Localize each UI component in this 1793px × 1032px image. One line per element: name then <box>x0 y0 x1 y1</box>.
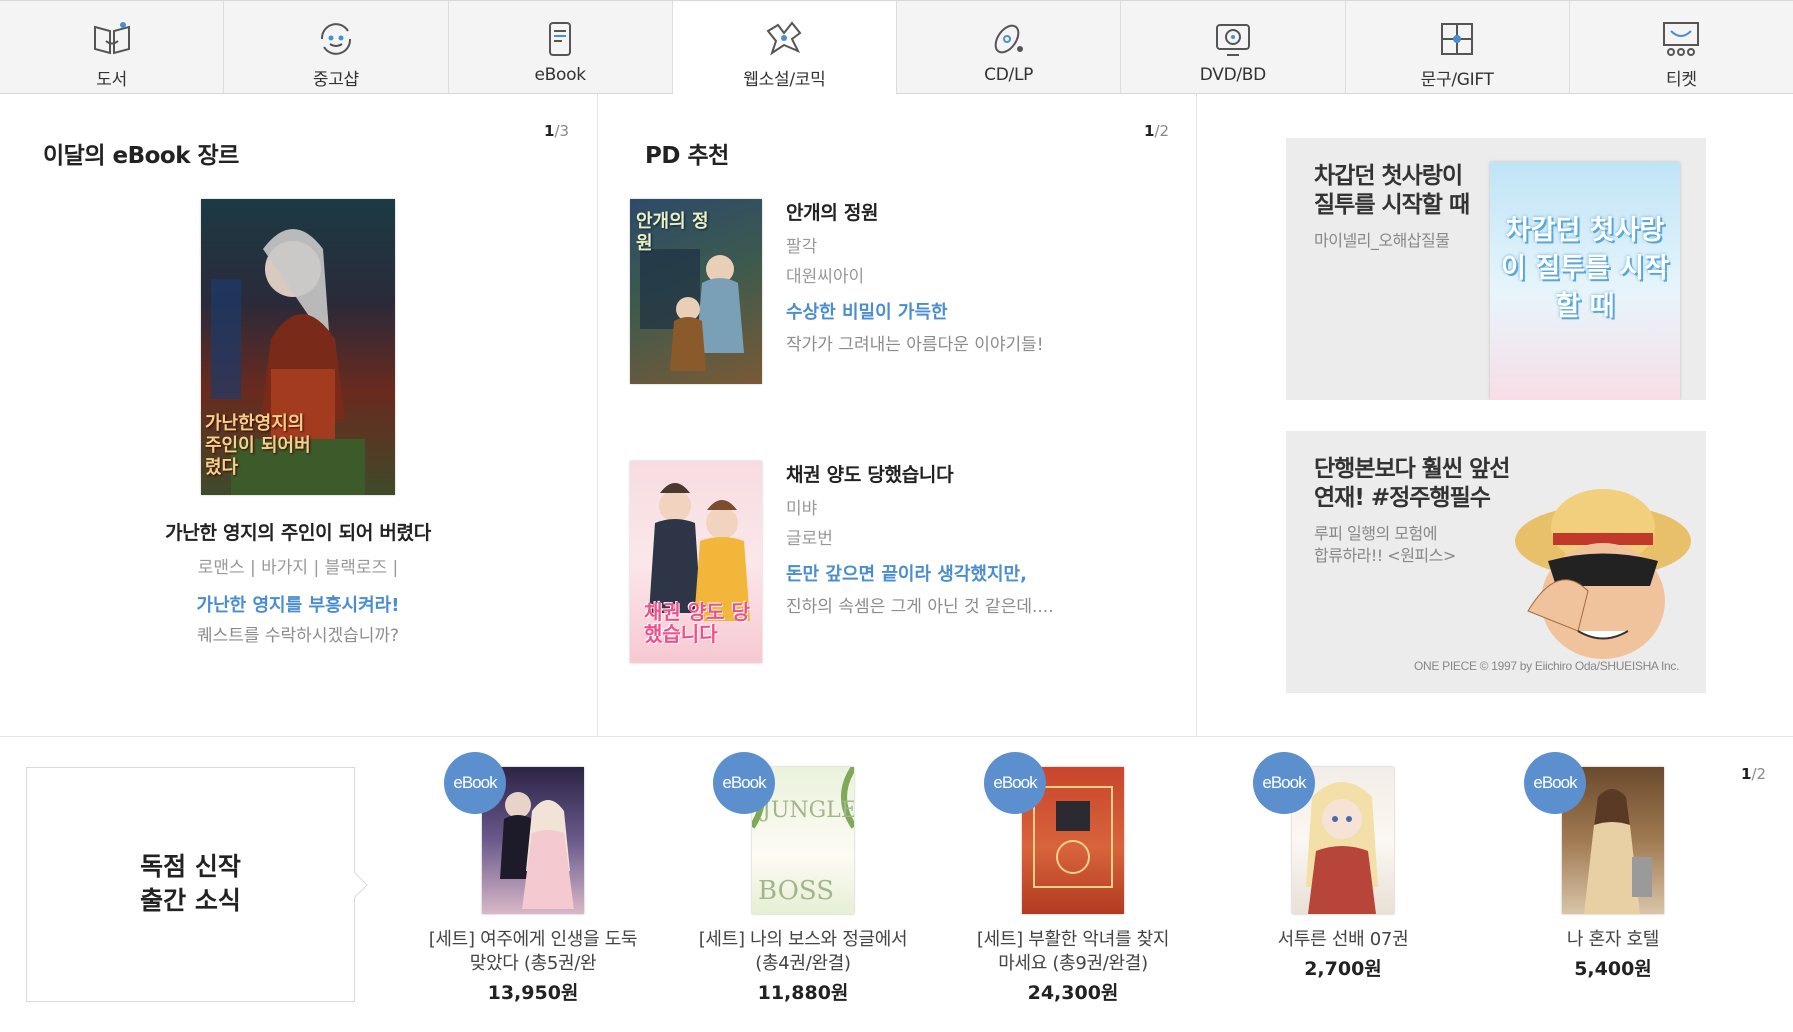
column-divider <box>1196 94 1197 736</box>
product-name[interactable]: 나 혼자 호텔 <box>1508 928 1718 952</box>
pd-item-desc: 작가가 그려내는 아름다운 이야기들! <box>786 335 1044 355</box>
product-price: 24,300원 <box>1027 982 1119 1004</box>
tab-label: CD/LP <box>984 65 1034 85</box>
dvd-icon <box>1215 24 1250 56</box>
cover-title-text: 채권 양도 당했습니다 <box>644 600 750 646</box>
ebook-badge: eBook <box>1253 752 1315 814</box>
pd-item-author: 팔각 <box>786 237 818 257</box>
pd-item-desc: 진하의 속셈은 그게 아닌 것 같은데.... <box>786 597 1054 617</box>
pd-pager[interactable]: 1/2 <box>1144 122 1169 140</box>
column-divider <box>597 94 598 736</box>
cover-title-text: 가난한영지의 주인이 되어버렸다 <box>205 413 311 478</box>
pd-section-title: PD 추천 <box>645 143 729 169</box>
recycle-smile-icon <box>320 23 351 55</box>
pd-item-title[interactable]: 채권 양도 당했습니다 <box>786 460 954 487</box>
svg-text:BOSS: BOSS <box>758 876 834 906</box>
banner-subtext: 마이넬리_오해삽질물 <box>1314 231 1450 250</box>
pd-item-tagline: 수상한 비밀이 가득한 <box>786 302 948 323</box>
notice-text: 독점 신작 출간 소식 <box>140 852 241 915</box>
new-releases-pager[interactable]: 1/2 <box>1741 765 1766 783</box>
tab-label: 웹소설/코믹 <box>743 70 826 90</box>
music-disc-icon <box>994 24 1023 54</box>
pd-item-cover[interactable]: 안개의 정원 <box>630 199 762 384</box>
promo-banner-first-love[interactable]: 차갑던 첫사랑이 질투를 시작할 때 마이넬리_오해삽질물 차갑던 첫사랑이 질투… <box>1286 138 1706 400</box>
section-divider <box>0 736 1793 737</box>
ebook-reader-icon <box>549 22 572 56</box>
product-price: 13,950원 <box>487 982 579 1004</box>
product-name[interactable]: [세트] 부활한 악녀를 찾지 마세요 (총9권/완결) <box>968 928 1178 976</box>
product-name[interactable]: 서투른 선배 07권 <box>1238 928 1448 952</box>
ebook-badge: eBook <box>713 752 775 814</box>
product-price: 5,400원 <box>1574 958 1652 980</box>
tab-label: 티켓 <box>1666 70 1697 90</box>
ebook-badge: eBook <box>1524 752 1586 814</box>
ticket-theater-icon <box>1663 22 1700 56</box>
tab-used[interactable]: 중고샵 <box>224 1 449 93</box>
ebook-badge: eBook <box>444 752 506 814</box>
tab-label: 중고샵 <box>312 70 359 90</box>
product-price: 2,700원 <box>1304 958 1382 980</box>
book-icon <box>93 22 130 55</box>
product-price: 11,880원 <box>757 982 849 1004</box>
genre-book-cover[interactable]: 가난한영지의 주인이 되어버렸다 <box>201 199 395 495</box>
gift-icon <box>1441 23 1474 55</box>
tab-label: 문구/GIFT <box>1420 70 1494 90</box>
svg-text:JUNGLE: JUNGLE <box>760 798 854 823</box>
promo-banner-one-piece[interactable]: 단행본보다 훨씬 앞선 연재! #정주행필수 루피 일행의 모험에 합류하라!! <… <box>1286 431 1706 693</box>
pd-item-cover[interactable]: 채권 양도 당했습니다 <box>630 461 762 663</box>
tab-label: 도서 <box>96 70 127 90</box>
tab-ticket[interactable]: 티켓 <box>1569 1 1793 93</box>
genre-book-title[interactable]: 가난한 영지의 주인이 되어 버렸다 <box>60 518 536 545</box>
tab-ebook[interactable]: eBook <box>448 1 673 93</box>
genre-section-title: 이달의 eBook 장르 <box>43 143 239 169</box>
pd-item-tagline: 돈만 갚으면 끝이라 생각했지만, <box>786 564 1027 585</box>
genre-pager[interactable]: 1/3 <box>544 122 569 140</box>
tab-gift[interactable]: 문구/GIFT <box>1345 1 1570 93</box>
genre-tagline: 가난한 영지를 부흥시켜라! <box>196 595 400 616</box>
banner-headline: 차갑던 첫사랑이 질투를 시작할 때 <box>1314 163 1470 218</box>
cover-title-text: 안개의 정원 <box>636 211 709 254</box>
pd-item-publisher: 글로번 <box>786 529 833 549</box>
pd-item-publisher: 대원씨아이 <box>786 267 865 287</box>
tab-label: eBook <box>534 65 586 85</box>
banner-headline: 단행본보다 훨씬 앞선 연재! #정주행필수 <box>1314 456 1510 511</box>
genre-description: 퀘스트를 수락하시겠습니까? <box>196 626 400 646</box>
product-name[interactable]: [세트] 여주에게 인생을 도둑맞았다 (총5권/완 <box>428 928 638 976</box>
exclusive-release-notice: 독점 신작 출간 소식 <box>26 767 368 1002</box>
tab-webnovel-comic[interactable]: 웹소설/코믹 <box>672 1 897 95</box>
banner-art-title: 차갑던 첫사랑이 질투를 시작할 때 <box>1501 215 1669 322</box>
product-name[interactable]: [세트] 나의 보스와 정글에서 (총4권/완결) <box>698 928 908 976</box>
pd-item-author: 미뱌 <box>786 499 818 519</box>
pd-item-title[interactable]: 안개의 정원 <box>786 198 879 225</box>
banner-book-art: 차갑던 첫사랑이 질투를 시작할 때 <box>1490 162 1680 400</box>
banner-character-art <box>1515 489 1691 659</box>
ebook-badge: eBook <box>984 752 1046 814</box>
comic-icon <box>766 21 802 56</box>
tab-cd-lp[interactable]: CD/LP <box>897 1 1122 93</box>
genre-book-tags: 로맨스 | 바가지 | 블랙로즈 | <box>197 558 399 578</box>
category-tab-bar: 도서 중고샵 eBook 웹소설/코믹 CD/LP DVD/BD 문구/GIFT… <box>0 0 1793 95</box>
tab-label: DVD/BD <box>1199 65 1267 85</box>
banner-copyright: ONE PIECE © 1997 by Eiichiro Oda/SHUEISH… <box>1414 659 1680 673</box>
tab-dvd-bd[interactable]: DVD/BD <box>1121 1 1346 93</box>
tab-books[interactable]: 도서 <box>0 1 225 93</box>
banner-subtext: 루피 일행의 모험에 합류하라!! <원피스> <box>1314 524 1456 565</box>
